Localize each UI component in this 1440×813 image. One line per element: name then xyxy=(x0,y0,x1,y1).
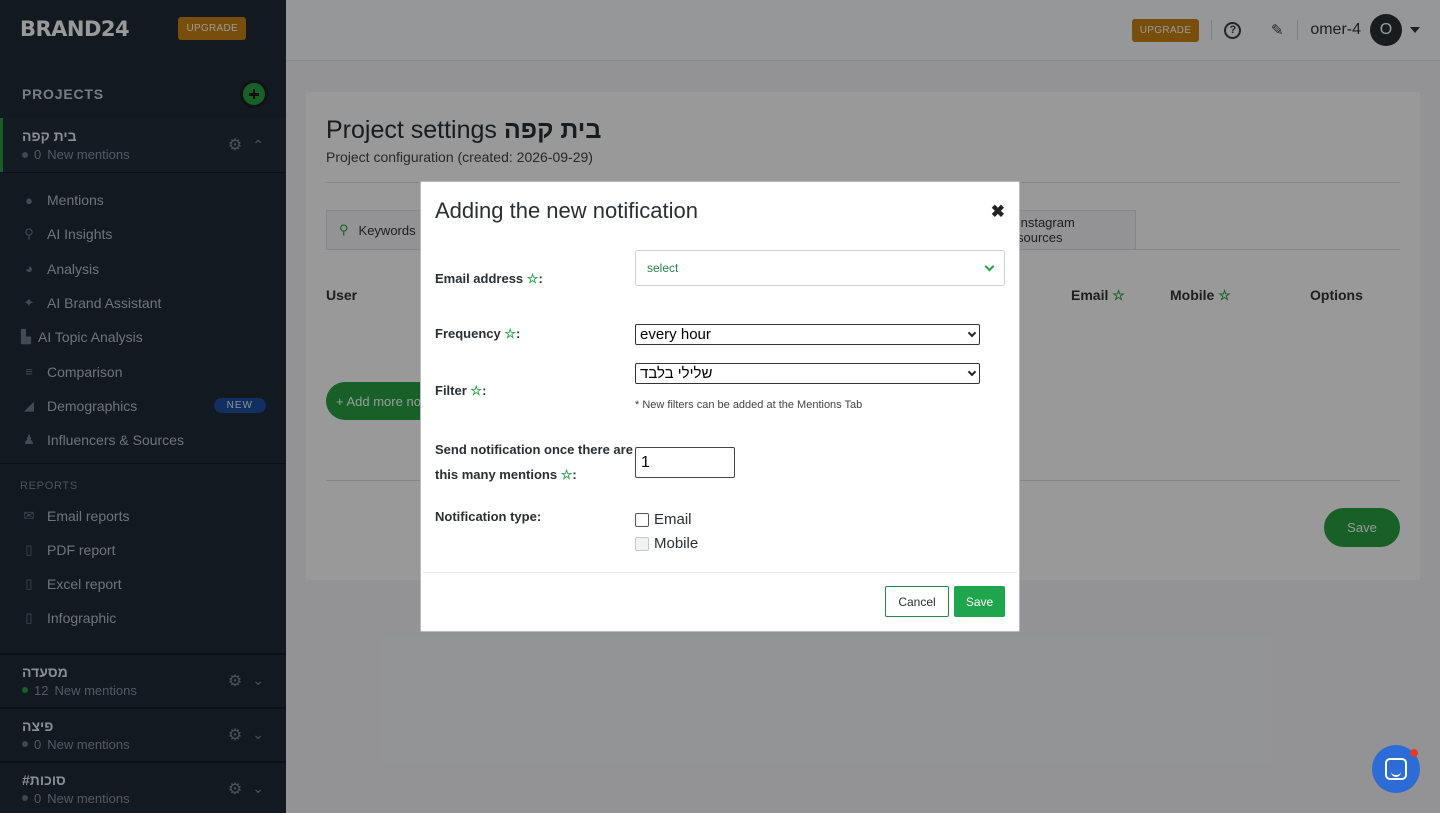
filter-label: Filter ☆: xyxy=(435,383,487,398)
email-checkbox[interactable] xyxy=(635,512,649,527)
star-icon: ☆ xyxy=(504,326,517,341)
cancel-button[interactable]: Cancel xyxy=(885,586,949,617)
filter-note: * New filters can be added at the Mentio… xyxy=(635,399,863,411)
checkbox-label: Email xyxy=(654,511,692,528)
modal-title: Adding the new notification xyxy=(435,198,698,223)
frequency-value: every hour xyxy=(640,326,711,343)
divider xyxy=(423,572,1017,573)
mobile-checkbox-row: Mobile xyxy=(635,535,698,552)
email-select[interactable]: select xyxy=(635,250,1005,286)
label-text: this many mentions xyxy=(435,467,558,482)
chevron-down-icon xyxy=(967,367,977,376)
email-address-label: Email address ☆: xyxy=(435,271,543,286)
star-icon: ☆ xyxy=(470,383,483,398)
label-text: Email address xyxy=(435,271,524,286)
star-icon: ☆ xyxy=(526,271,539,286)
star-icon: ☆ xyxy=(560,467,573,482)
threshold-label: Send notification once there are this ma… xyxy=(435,437,633,487)
email-checkbox-row[interactable]: Email xyxy=(635,511,692,528)
email-select-placeholder: select xyxy=(647,261,679,275)
checkbox-label: Mobile xyxy=(654,535,699,552)
close-icon[interactable]: ✖ xyxy=(991,202,1005,222)
label-text: Send notification once there are xyxy=(435,442,633,457)
chevron-down-icon xyxy=(967,328,977,337)
frequency-select[interactable]: every hour xyxy=(635,324,980,345)
notification-dot xyxy=(1410,749,1418,757)
chevron-down-icon xyxy=(984,261,995,271)
chat-icon xyxy=(1385,758,1407,780)
mention-threshold-input[interactable]: 1 xyxy=(635,447,735,478)
label-text: Frequency xyxy=(435,326,501,341)
notification-type-label: Notification type: xyxy=(435,509,542,524)
chat-widget-button[interactable] xyxy=(1372,745,1420,793)
frequency-label: Frequency ☆: xyxy=(435,326,521,341)
mobile-checkbox xyxy=(635,536,649,551)
filter-value: שלילי בלבד xyxy=(640,365,713,382)
filter-select[interactable]: שלילי בלבד xyxy=(635,363,980,384)
add-notification-modal: Adding the new notification ✖ Email addr… xyxy=(420,181,1020,632)
label-text: Filter xyxy=(435,383,467,398)
save-button[interactable]: Save xyxy=(954,586,1005,617)
label-line-2: this many mentions ☆: xyxy=(435,467,577,482)
